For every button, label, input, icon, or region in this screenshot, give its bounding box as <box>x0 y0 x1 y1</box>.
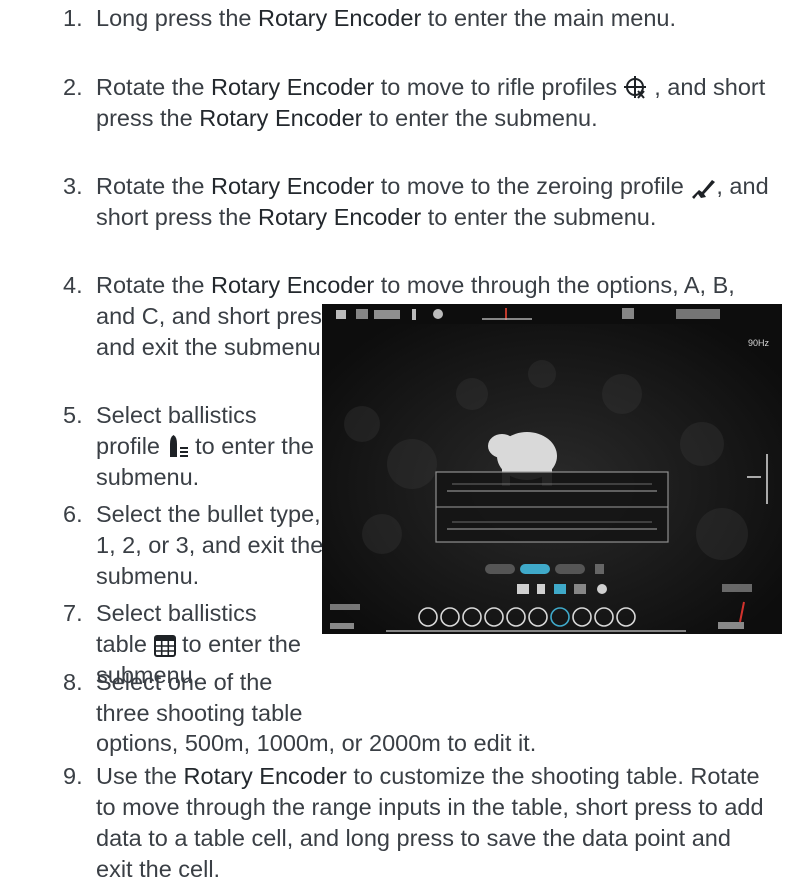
scope-screenshot: 90Hz <box>322 304 782 634</box>
step-number: 2. <box>63 74 83 100</box>
step-text: submenu. <box>96 563 200 589</box>
step-text: submenu. <box>96 464 200 490</box>
step-number: 5. <box>63 402 83 428</box>
step-text: short press the Rotary Encoder to enter … <box>96 204 657 230</box>
step-number: 6. <box>63 501 83 527</box>
step-text: three shooting table <box>96 700 303 726</box>
step-number: 3. <box>63 173 83 199</box>
step-number: 1. <box>63 5 83 31</box>
step-text: data to a table cell, and long press to … <box>96 825 731 851</box>
step-text: and exit the submenu. <box>96 334 328 360</box>
crosshair-icon <box>623 76 648 108</box>
step-text: Select ballistics <box>96 402 257 428</box>
step-text: exit the cell. <box>96 856 221 882</box>
step-number: 8. <box>63 669 83 695</box>
step-text: to move through the range inputs in the … <box>96 794 764 820</box>
step-text: press the Rotary Encoder to enter the su… <box>96 105 598 131</box>
step-text: options, 500m, 1000m, or 2000m to edit i… <box>96 730 537 756</box>
step-text: 1, 2, or 3, and exit the <box>96 532 324 558</box>
step-number: 9. <box>63 763 83 789</box>
ballistics-table-overlay <box>435 471 669 543</box>
step-text: Rotate the Rotary Encoder to move throug… <box>96 272 735 298</box>
step-text: Select ballistics <box>96 600 257 626</box>
rifle-icon <box>690 176 716 207</box>
step-number: 4. <box>63 272 83 298</box>
refresh-rate: 90Hz <box>748 338 770 348</box>
step-text: Long press the Rotary Encoder to enter t… <box>96 5 677 31</box>
step-text: Select the bullet type, <box>96 501 321 527</box>
step-number: 7. <box>63 600 83 626</box>
step-text: Select one of the <box>96 669 273 695</box>
